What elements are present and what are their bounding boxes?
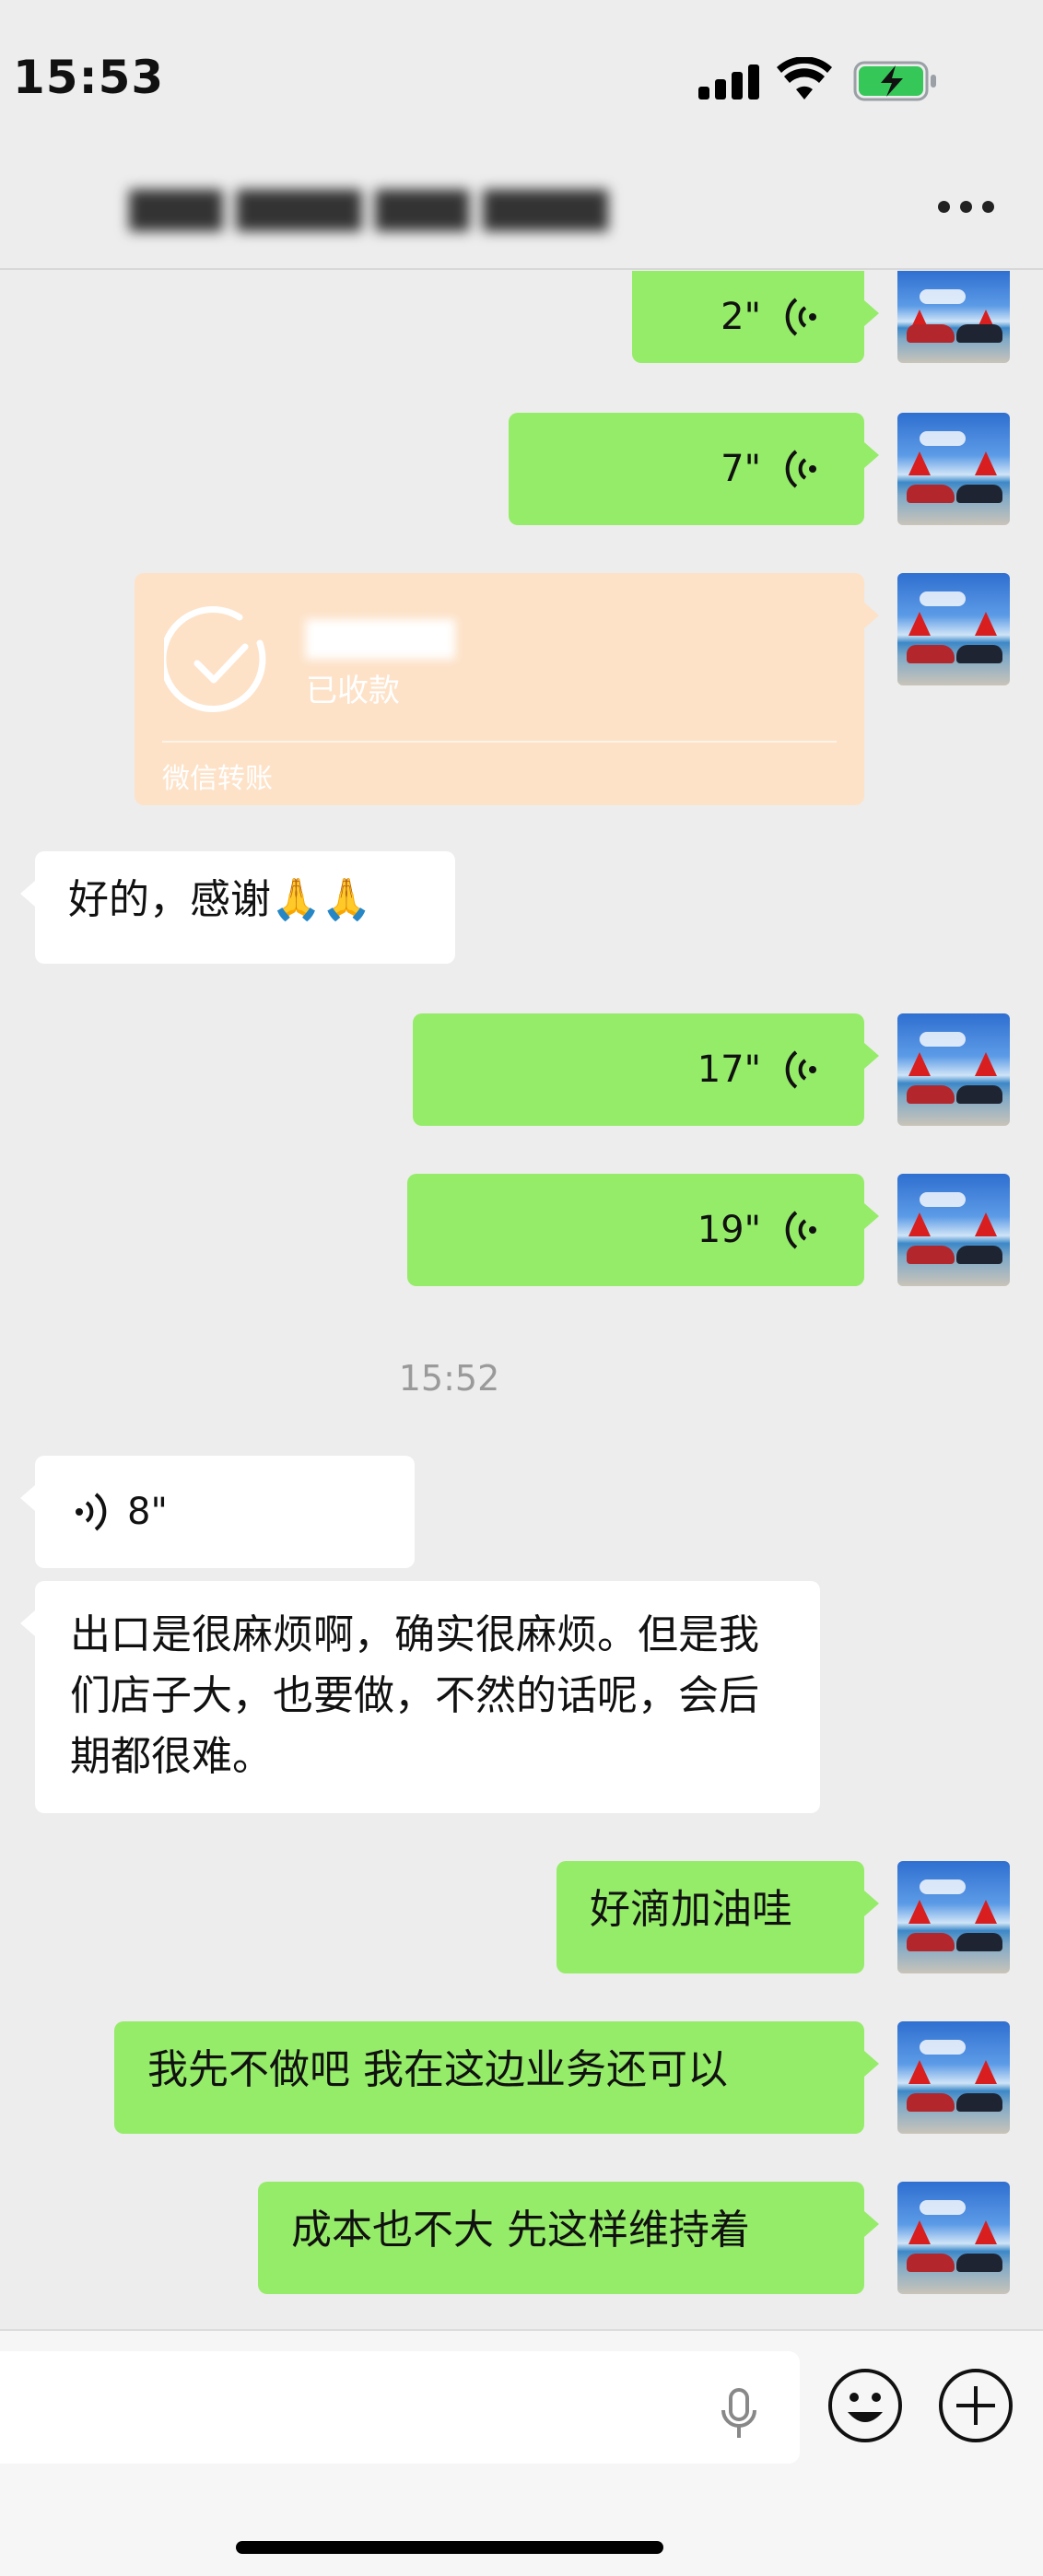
voice-wave-icon: [785, 450, 816, 488]
text-message-incoming[interactable]: 好的，感谢🙏🙏: [20, 851, 455, 964]
voice-message-outgoing[interactable]: 17": [413, 1013, 879, 1126]
message-text: 出口是很麻烦啊，确实很麻烦。但是我们店子大，也要做，不然的话呢，会后期都很难。: [70, 1611, 759, 1780]
voice-wave-icon: [76, 1493, 107, 1531]
text-message-incoming[interactable]: 出口是很麻烦啊，确实很麻烦。但是我们店子大，也要做，不然的话呢，会后期都很难。: [20, 1581, 820, 1813]
more-icon[interactable]: [938, 201, 995, 217]
voice-wave-icon: [785, 1211, 816, 1249]
avatar-self[interactable]: [897, 2021, 1010, 2134]
voice-duration: 8": [127, 1491, 168, 1533]
transfer-amount: ▇▇▇▇▇: [306, 614, 455, 659]
avatar-self[interactable]: [897, 1174, 1010, 1286]
message-text: 我先不做吧 我在这边业务还可以: [147, 2046, 728, 2093]
divider: [162, 741, 837, 743]
chat-header: ▇▇▇ ▇▇▇▇ ▇▇▇ ▇▇▇▇: [0, 138, 1043, 270]
message-timestamp: 15:52: [398, 1358, 500, 1399]
avatar-self[interactable]: [897, 271, 1010, 363]
text-message-outgoing[interactable]: 我先不做吧 我在这边业务还可以: [114, 2021, 879, 2134]
message-text: 好滴加油哇: [590, 1886, 792, 1933]
voice-message-outgoing[interactable]: 19": [407, 1174, 879, 1286]
message-text: 成本也不大 先这样维持着: [291, 2207, 750, 2254]
avatar-self[interactable]: [897, 1861, 1010, 1973]
voice-message-outgoing[interactable]: 2": [632, 271, 879, 363]
transfer-brand: 微信转账: [162, 763, 273, 795]
avatar-self[interactable]: [897, 2182, 1010, 2294]
voice-wave-icon: [785, 1050, 816, 1089]
transfer-status: 已收款: [306, 673, 400, 709]
avatar-self[interactable]: [897, 1013, 1010, 1126]
status-time: 15:53: [13, 51, 165, 104]
voice-wave-icon: [785, 298, 816, 336]
home-indicator[interactable]: [236, 2541, 663, 2554]
plus-icon[interactable]: [936, 2366, 1015, 2445]
text-message-outgoing[interactable]: 成本也不大 先这样维持着: [258, 2182, 879, 2294]
cellular-signal-icon: [698, 64, 759, 100]
chat-title: ▇▇▇ ▇▇▇▇ ▇▇▇ ▇▇▇▇: [129, 184, 608, 231]
emoji-icon[interactable]: [826, 2366, 905, 2445]
wifi-icon: [777, 57, 832, 100]
message-text: 好的，感谢🙏🙏: [68, 876, 372, 923]
voice-duration: 19": [697, 1209, 761, 1251]
mic-icon[interactable]: [713, 2386, 765, 2441]
text-message-outgoing[interactable]: 好滴加油哇: [557, 1861, 879, 1973]
voice-duration: 17": [697, 1048, 761, 1091]
avatar-self[interactable]: [897, 573, 1010, 685]
check-circle-icon: [164, 606, 266, 712]
input-bar: [0, 2329, 1043, 2576]
status-bar: 15:53: [0, 0, 1043, 138]
voice-duration: 7": [721, 448, 761, 490]
transfer-card[interactable]: ▇▇▇▇▇ 已收款 微信转账: [135, 573, 879, 805]
voice-message-outgoing[interactable]: 7": [509, 413, 879, 525]
voice-duration: 2": [721, 296, 761, 338]
avatar-self[interactable]: [897, 413, 1010, 525]
battery-charging-icon: [853, 61, 936, 101]
voice-message-incoming[interactable]: 8": [20, 1456, 415, 1568]
message-input[interactable]: [0, 2351, 800, 2464]
